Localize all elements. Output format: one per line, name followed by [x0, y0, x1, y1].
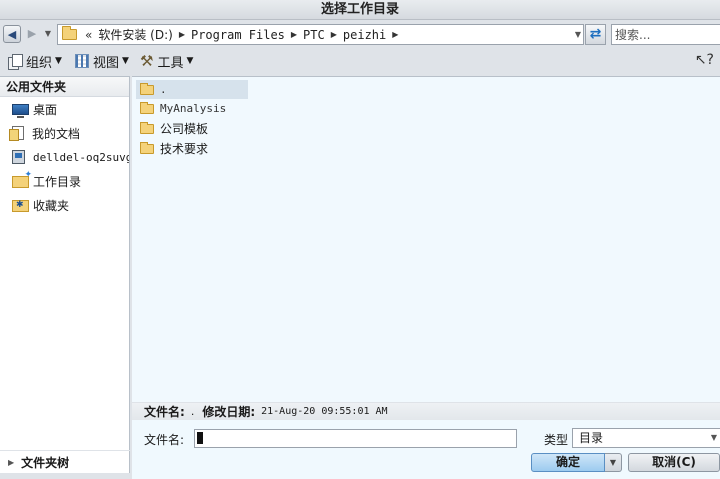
computer-icon	[12, 150, 25, 164]
list-item[interactable]: .	[136, 80, 248, 99]
breadcrumb-program-files[interactable]: Program Files	[187, 28, 289, 42]
folder-icon	[140, 141, 154, 154]
file-name: MyAnalysis	[160, 102, 227, 115]
search-input[interactable]	[611, 24, 720, 45]
organize-button[interactable]: 组织 ▼	[8, 51, 62, 71]
cancel-button[interactable]: 取消(C)	[628, 453, 720, 472]
folder-icon	[140, 101, 154, 114]
ok-dropdown-icon[interactable]: ▼	[605, 453, 622, 472]
organize-label: 组织	[26, 55, 53, 71]
file-name: 技术要求	[160, 142, 209, 156]
breadcrumb-ptc[interactable]: PTC	[299, 28, 329, 42]
organize-icon	[8, 54, 23, 70]
expand-triangle-icon: ▶	[8, 457, 15, 467]
documents-icon	[9, 126, 24, 141]
list-item[interactable]: MyAnalysis	[136, 99, 226, 118]
file-name: 公司模板	[160, 122, 209, 136]
file-form: 文件名: 类型 目录 ▼ 确定 ▼ 取消(C)	[132, 420, 720, 479]
tools-label: 工具	[157, 55, 184, 71]
chevron-down-icon: ▼	[186, 56, 194, 66]
folder-icon	[140, 121, 154, 134]
type-select[interactable]: 目录 ▼	[572, 428, 720, 448]
view-button[interactable]: 视图 ▼	[75, 51, 129, 71]
toolbar: 组织 ▼ 视图 ▼ ⚒ 工具 ▼ ↖?	[0, 48, 720, 74]
forward-arrow-icon[interactable]: ▶	[23, 25, 41, 43]
sidebar-item-label: 工作目录	[33, 174, 82, 189]
working-directory-icon	[12, 170, 32, 188]
chevron-down-icon: ▼	[55, 56, 62, 66]
file-name: .	[160, 83, 167, 96]
view-icon	[75, 54, 89, 68]
sidebar-item-label: 收藏夹	[33, 198, 70, 213]
sidebar-item-desktop[interactable]: 桌面	[0, 97, 129, 121]
sidebar-item-computer[interactable]: delldel-oq2suvg	[0, 145, 129, 169]
sidebar-item-documents[interactable]: 我的文档	[0, 121, 129, 145]
sidebar-item-favorites[interactable]: 收藏夹	[0, 193, 129, 217]
sidebar-item-label: 桌面	[33, 102, 58, 117]
chevron-right-icon[interactable]: ▶	[329, 30, 339, 39]
type-label: 类型	[544, 433, 569, 447]
chevron-right-icon[interactable]: ▶	[289, 30, 299, 39]
details-strip: 文件名: . 修改日期: 21-Aug-20 09:55:01 AM	[132, 403, 720, 420]
view-label: 视图	[93, 55, 120, 71]
details-date-value: 21-Aug-20 09:55:01 AM	[261, 406, 388, 417]
type-select-value: 目录	[579, 431, 604, 445]
tools-button[interactable]: ⚒ 工具 ▼	[140, 51, 193, 71]
list-item[interactable]: 公司模板	[136, 119, 208, 138]
help-cursor-icon[interactable]: ↖?	[695, 52, 714, 68]
folder-icon	[62, 26, 77, 40]
history-dropdown-icon[interactable]: ▼	[42, 25, 54, 43]
breadcrumb-drive[interactable]: 软件安装 (D:)	[94, 26, 176, 43]
address-bar[interactable]: « 软件安装 (D:) ▶ Program Files ▶ PTC ▶ peiz…	[57, 24, 584, 45]
breadcrumb-overflow[interactable]: «	[85, 28, 92, 42]
details-name-value: .	[190, 405, 195, 418]
sidebar-item-working-directory[interactable]: 工作目录	[0, 169, 129, 193]
sidebar: 公用文件夹 桌面 我的文档 delldel-oq2suvg 工作目录 收藏夹	[0, 76, 130, 450]
chevron-down-icon: ▼	[122, 56, 129, 66]
tools-icon: ⚒	[140, 52, 154, 70]
sidebar-item-label: 我的文档	[32, 126, 81, 141]
text-caret	[197, 432, 203, 444]
folder-icon	[140, 82, 154, 95]
details-date-label: 修改日期:	[202, 405, 256, 419]
details-name-label: 文件名:	[144, 405, 185, 419]
desktop-icon	[12, 103, 29, 118]
address-dropdown-icon[interactable]: ▼	[575, 30, 581, 39]
sidebar-item-label: delldel-oq2suvg	[33, 150, 129, 164]
folder-tree-toggle[interactable]: ▶ 文件夹树	[0, 451, 130, 473]
list-item[interactable]: 技术要求	[136, 139, 208, 158]
chevron-right-icon[interactable]: ▶	[390, 30, 400, 39]
sidebar-header: 公用文件夹	[0, 77, 129, 97]
folder-tree-label: 文件夹树	[21, 455, 70, 470]
address-row: ◀ ▶ ▼ « 软件安装 (D:) ▶ Program Files ▶ PTC …	[0, 21, 720, 47]
filename-input[interactable]	[194, 429, 517, 448]
file-list[interactable]: . MyAnalysis 公司模板 技术要求	[132, 76, 720, 402]
chevron-right-icon[interactable]: ▶	[177, 30, 187, 39]
ok-button[interactable]: 确定	[531, 453, 605, 472]
back-arrow-icon[interactable]: ◀	[3, 25, 21, 43]
breadcrumb-peizhi[interactable]: peizhi	[339, 28, 390, 42]
refresh-icon[interactable]: ⇄	[585, 24, 606, 45]
window-title: 选择工作目录	[0, 0, 720, 20]
chevron-down-icon: ▼	[710, 433, 717, 442]
favorites-icon	[12, 200, 29, 212]
filename-label: 文件名:	[144, 433, 185, 447]
